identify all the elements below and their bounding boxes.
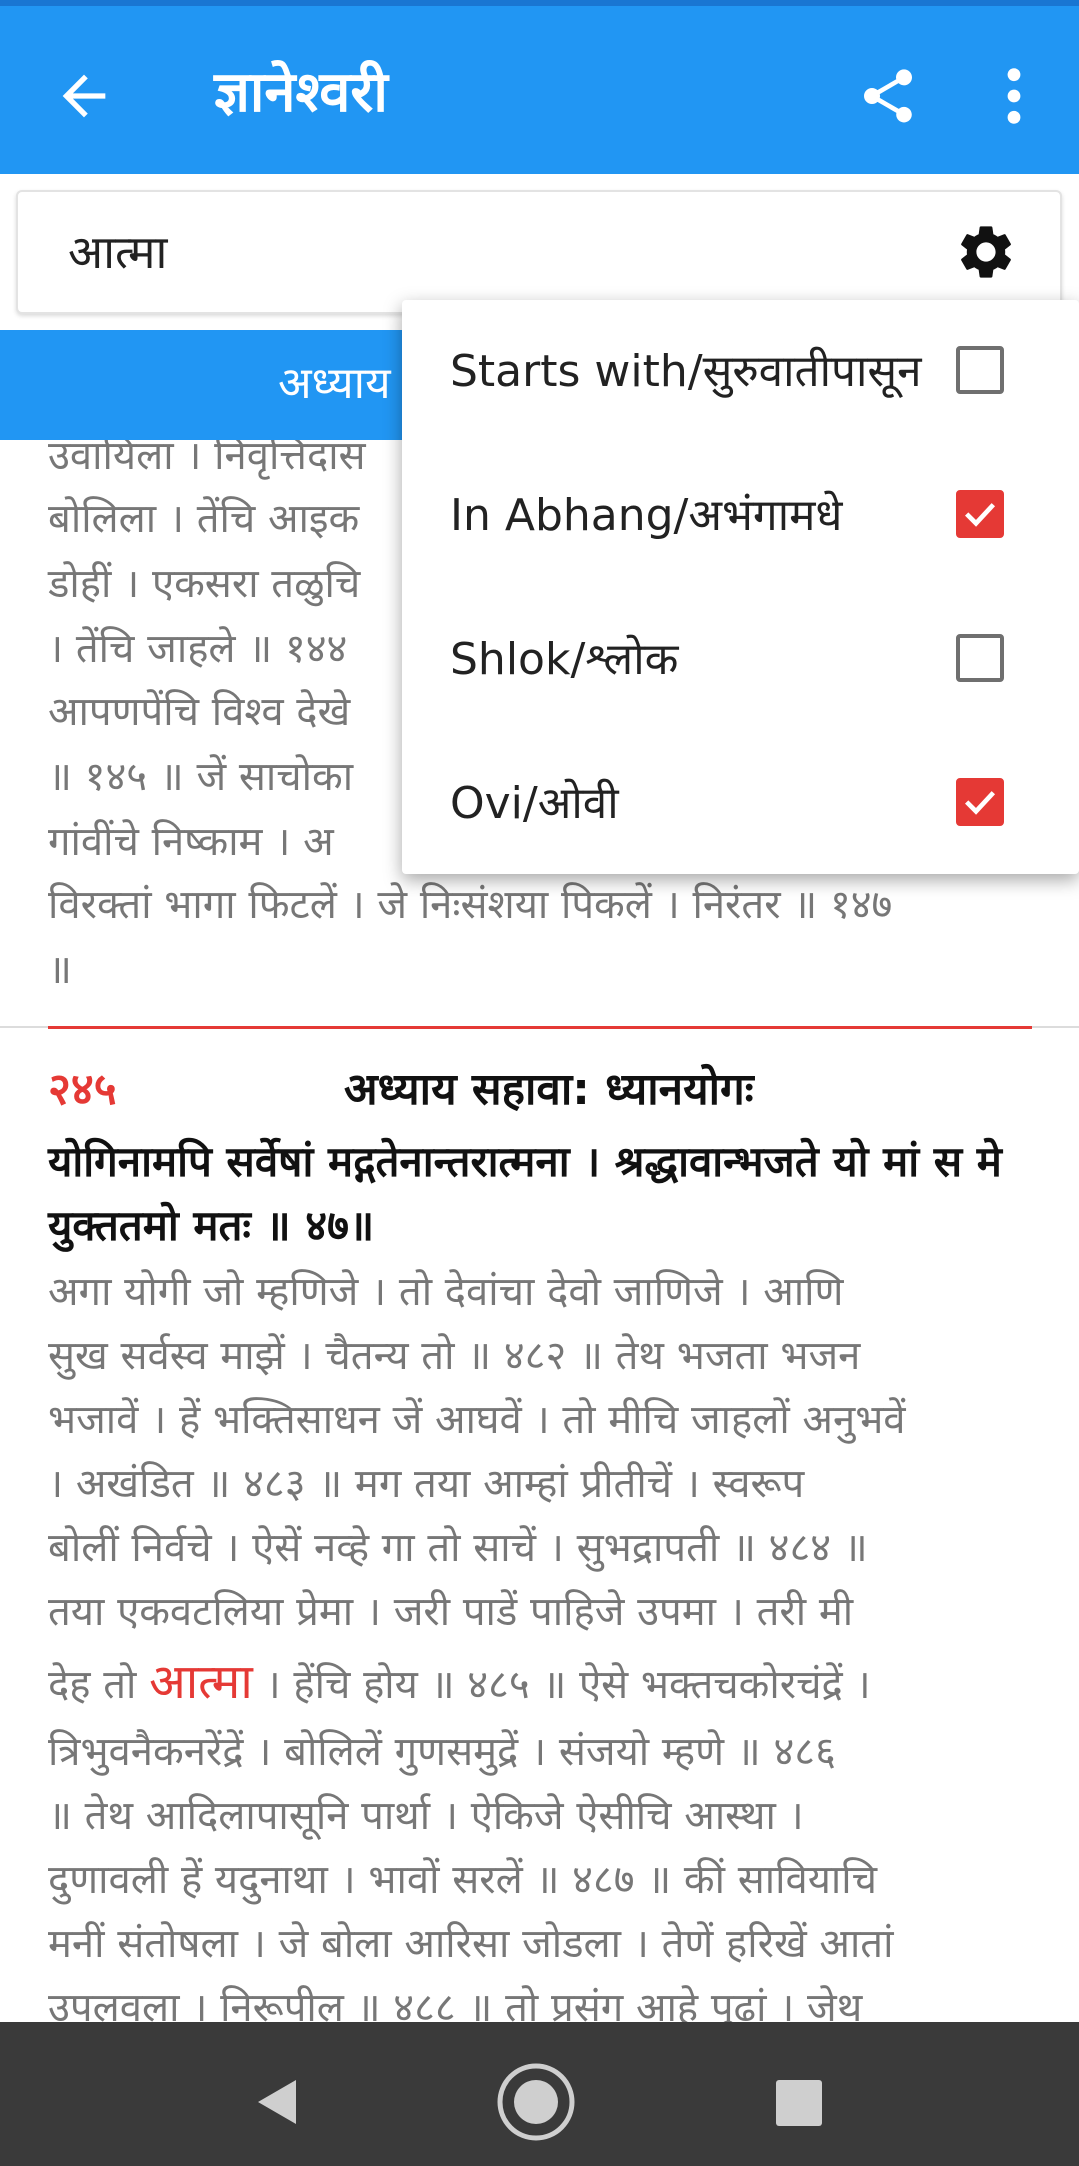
ovi-line: दुणावली हें यदुनाथा । भावों सरलें ॥ ४८७ …: [48, 1857, 878, 1903]
filter-option-label: Ovi/ओवी: [450, 778, 619, 829]
gear-icon[interactable]: [954, 220, 1018, 284]
share-icon[interactable]: [856, 64, 920, 128]
ovi-line: ॥: [48, 947, 72, 993]
search-match: आत्मा: [149, 1654, 253, 1710]
ovi-text: देह तो: [48, 1662, 150, 1708]
filter-option-ovi[interactable]: Ovi/ओवी: [402, 732, 1079, 876]
ovi-line: तया एकवटलिया प्रेमा । जरी पाडें पाहिजे उ…: [48, 1589, 854, 1635]
check-icon: [965, 503, 996, 527]
filter-menu: Starts with/सुरुवातीपासून In Abhang/अभंग…: [402, 300, 1079, 874]
ovi-line: । अखंडित ॥ ४८३ ॥ मग तया आम्हां प्रीतीचें…: [48, 1461, 805, 1507]
more-vert-icon[interactable]: [996, 64, 1032, 128]
ovi-line: ॥ तेथ आदिलापासूनि पार्था । ऐकिजे ऐसीचि आ…: [48, 1793, 804, 1839]
search-input[interactable]: आत्मा: [68, 222, 167, 282]
shlok-text: योगिनामपि सर्वेषां मद्गतेनान्तरात्मना । …: [48, 1137, 1002, 1250]
check-icon: [965, 791, 996, 815]
ovi-line: विरक्तां भागा फिटलें । जे निःसंशया पिकले…: [48, 882, 893, 928]
ovi-line: मनीं संतोषला । जे बोला आरिसा जोडला । तेण…: [48, 1921, 894, 1967]
ovi-line: बोलीं निर्वचे । ऐसें नव्हे गा तो साचें ।…: [48, 1525, 868, 1571]
filter-option-label: In Abhang/अभंगामधे: [450, 490, 843, 541]
ovi-text: । हेंचि होय ॥ ४८५ ॥ ऐसे भक्तचकोरचंद्रें …: [252, 1662, 871, 1708]
nav-recents-icon[interactable]: [758, 2062, 838, 2142]
checkbox[interactable]: [956, 634, 1004, 682]
checkbox-checked[interactable]: [956, 778, 1004, 826]
ovi-line: भजावें । हें भक्तिसाधन जें आघवें । तो मी…: [48, 1397, 906, 1443]
filter-option-shlok[interactable]: Shlok/श्लोक: [402, 588, 1079, 732]
ovi-line: सुख सर्वस्व माझें । चैतन्य तो ॥ ४८२ ॥ ते…: [48, 1333, 861, 1379]
filter-option-label: Shlok/श्लोक: [450, 634, 679, 685]
tab-chapter[interactable]: अध्याय: [278, 354, 391, 414]
app-title: ज्ञानेश्वरी: [214, 60, 388, 125]
ovi-line-highlighted: देह तो आत्मा । हेंचि होय ॥ ४८५ ॥ ऐसे भक्…: [48, 1650, 1038, 1717]
system-nav-bar: [0, 2022, 1079, 2166]
result-number: २४५: [48, 1064, 117, 1115]
result-chapter-title: अध्याय सहावा: ध्यानयोगः: [344, 1064, 754, 1115]
ovi-line: अगा योगी जो म्हणिजे । तो देवांचा देवो जा…: [48, 1269, 844, 1315]
nav-back-icon[interactable]: [236, 2062, 316, 2142]
nav-home-icon[interactable]: [496, 2062, 576, 2142]
filter-option-label: Starts with/सुरुवातीपासून: [450, 346, 922, 397]
filter-option-starts-with[interactable]: Starts with/सुरुवातीपासून: [402, 300, 1079, 444]
filter-option-abhang[interactable]: In Abhang/अभंगामधे: [402, 444, 1079, 588]
ovi-line: त्रिभुवनैकनरेंद्रें । बोलिलें गुणसमुद्रे…: [48, 1729, 836, 1775]
checkbox[interactable]: [956, 346, 1004, 394]
search-box[interactable]: आत्मा: [16, 190, 1062, 314]
app-bar: ज्ञानेश्वरी: [0, 0, 1079, 174]
ovi-line: उपलवला । निरूपील ॥ ४८८ ॥ तो प्रसंग आहे प…: [48, 1985, 863, 2022]
arrow-back-icon[interactable]: [52, 64, 116, 128]
result-header-rule: [48, 1026, 1032, 1029]
checkbox-checked[interactable]: [956, 490, 1004, 538]
